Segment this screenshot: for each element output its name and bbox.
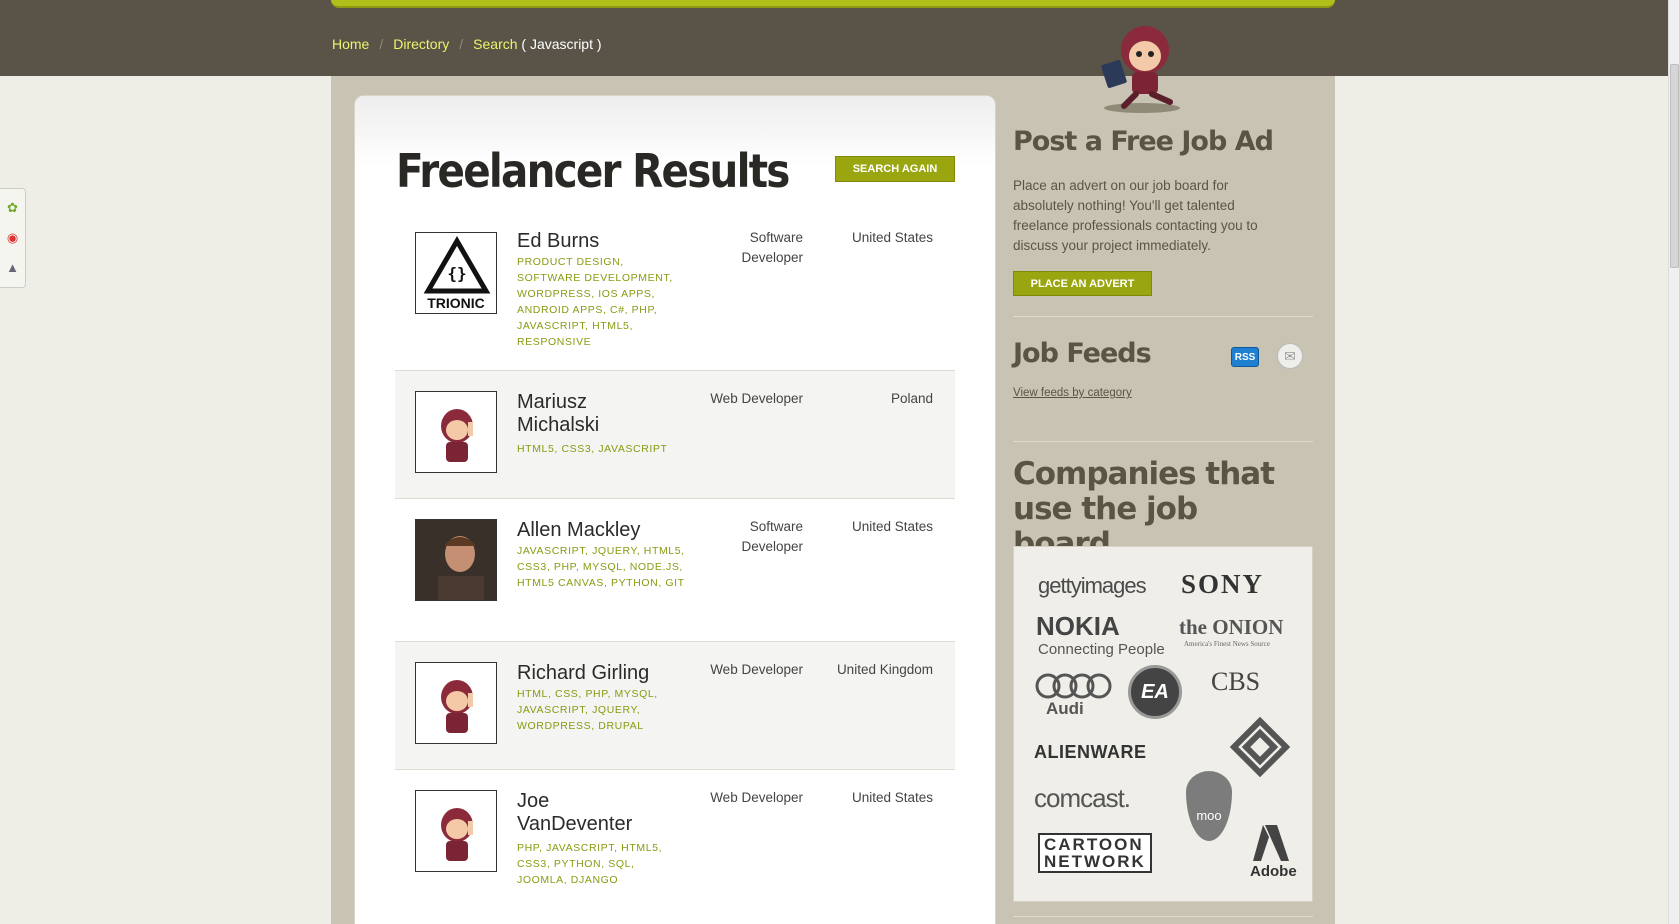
site-header: Home / Directory / Search ( Javascript ) [0, 0, 1668, 76]
sgi-logo-icon [1229, 716, 1291, 778]
freelancer-row[interactable]: Richard Girling HTML, CSS, PHP, MYSQL, J… [395, 642, 955, 770]
freelancer-row[interactable]: Mariusz Michalski HTML5, CSS3, JAVASCRIP… [395, 371, 955, 499]
page-title: Freelancer Results [396, 144, 790, 198]
freelancer-skills: JAVASCRIPT, JQUERY, HTML5, CSS3, PHP, MY… [517, 545, 685, 589]
freelancer-row[interactable]: {} TRIONIC Ed Burns PRODUCT DESIGN, SOFT… [395, 216, 955, 371]
place-advert-button[interactable]: PLACE AN ADVERT [1013, 271, 1152, 296]
post-job-title: Post a Free Job Ad [1013, 126, 1274, 157]
comcast-logo: comcast. [1034, 783, 1131, 813]
avatar[interactable] [415, 790, 497, 872]
freelancer-role: Web Developer [710, 391, 803, 406]
sidebar-divider [1013, 316, 1313, 317]
freelancer-skills: PRODUCT DESIGN, SOFTWARE DEVELOPMENT, WO… [517, 256, 673, 348]
cartoon-network-line2: NETWORK [1044, 852, 1146, 871]
freelancer-role: Software Developer [741, 230, 803, 265]
breadcrumb-search[interactable]: Search [473, 36, 517, 52]
sony-logo: SONY [1181, 569, 1265, 599]
freelancer-skills: HTML5, CSS3, JAVASCRIPT [517, 443, 668, 455]
breadcrumb-query: ( Javascript ) [521, 36, 602, 52]
breadcrumb: Home / Directory / Search ( Javascript ) [332, 36, 602, 52]
the-onion-logo: the ONION [1179, 615, 1284, 639]
email-feed-icon[interactable]: ✉ [1277, 343, 1303, 369]
audi-rings-icon [1035, 673, 1112, 699]
cartoon-network-logo: CARTOON NETWORK [1038, 833, 1152, 873]
search-again-button[interactable]: SEARCH AGAIN [835, 156, 955, 182]
freelancer-role: Web Developer [710, 662, 803, 677]
mascot-avatar-icon [441, 680, 473, 733]
breadcrumb-directory[interactable]: Directory [393, 36, 449, 52]
freelancer-name[interactable]: Allen Mackley [517, 519, 667, 542]
freelancer-country: Poland [890, 391, 933, 406]
freelancer-list: {} TRIONIC Ed Burns PRODUCT DESIGN, SOFT… [395, 216, 955, 910]
the-onion-tagline: America's Finest News Source [1184, 640, 1270, 648]
avatar[interactable]: {} TRIONIC [415, 232, 497, 314]
alienware-logo: ALIENWARE [1034, 742, 1147, 762]
audi-logo: Audi [1046, 699, 1084, 718]
leaf-icon[interactable]: ✿ [7, 201, 18, 215]
breadcrumb-separator: / [379, 36, 384, 52]
cbs-logo: CBS [1211, 667, 1261, 696]
header-accent-bar [331, 0, 1335, 8]
freelancer-skills: HTML, CSS, PHP, MYSQL, JAVASCRIPT, JQUER… [517, 688, 658, 732]
adobe-logo: Adobe [1250, 863, 1297, 880]
rss-icon[interactable]: RSS [1231, 347, 1259, 367]
freelancer-name[interactable]: Mariusz Michalski [517, 391, 667, 437]
side-toolbar: ✿ ◉ ▲ [0, 188, 26, 288]
freelancer-role: Web Developer [710, 790, 803, 805]
lifebuoy-icon[interactable]: ◉ [7, 231, 18, 245]
freelancer-row[interactable]: Allen Mackley JAVASCRIPT, JQUERY, HTML5,… [395, 499, 955, 642]
getty-images-logo: gettyimages [1038, 573, 1147, 598]
page-scrollbar[interactable] [1668, 0, 1679, 924]
mascot-avatar-icon [441, 808, 473, 861]
breadcrumb-home[interactable]: Home [332, 36, 369, 52]
adobe-logo-icon [1253, 825, 1289, 861]
view-feeds-link[interactable]: View feeds by category [1013, 387, 1132, 399]
breadcrumb-separator: / [459, 36, 464, 52]
avatar[interactable] [415, 662, 497, 744]
freelancer-skills: PHP, JAVASCRIPT, HTML5, CSS3, PYTHON, SQ… [517, 842, 663, 886]
company-logos: gettyimages SONY NOKIA Connecting People… [1013, 546, 1313, 902]
moo-logo: moo [1186, 771, 1232, 841]
avatar[interactable] [415, 519, 497, 601]
sidebar-divider [1013, 916, 1313, 917]
nokia-logo: NOKIA [1036, 611, 1120, 641]
post-job-description: Place an advert on our job board for abs… [1013, 178, 1258, 253]
freelancer-row[interactable]: Joe VanDeventer PHP, JAVASCRIPT, HTML5, … [395, 770, 955, 910]
freelancer-name[interactable]: Ed Burns [517, 230, 667, 253]
freelancer-country: United States [851, 519, 933, 534]
running-mascot-icon [1101, 26, 1180, 113]
megaphone-icon[interactable]: ▲ [6, 261, 19, 275]
job-feeds-title: Job Feeds [1013, 338, 1152, 369]
freelancer-name[interactable]: Richard Girling [517, 662, 697, 685]
freelancer-country: United Kingdom [836, 662, 933, 677]
freelancer-name[interactable]: Joe VanDeventer [517, 790, 667, 836]
cartoon-network-line1: CARTOON [1044, 835, 1144, 854]
freelancer-country: United States [851, 230, 933, 245]
sidebar-divider [1013, 441, 1313, 442]
avatar[interactable] [415, 391, 497, 473]
nokia-tagline: Connecting People [1038, 641, 1165, 658]
freelancer-country: United States [851, 790, 933, 805]
ea-logo: EA [1128, 665, 1182, 719]
results-card: Freelancer Results SEARCH AGAIN {} TRION… [354, 95, 996, 924]
profile-photo [416, 520, 496, 600]
scrollbar-thumb[interactable] [1670, 64, 1679, 268]
avatar-caption: TRIONIC [427, 295, 485, 311]
freelancer-role: Software Developer [741, 519, 803, 554]
mascot-avatar-icon [441, 409, 473, 462]
svg-text:{}: {} [447, 264, 466, 283]
